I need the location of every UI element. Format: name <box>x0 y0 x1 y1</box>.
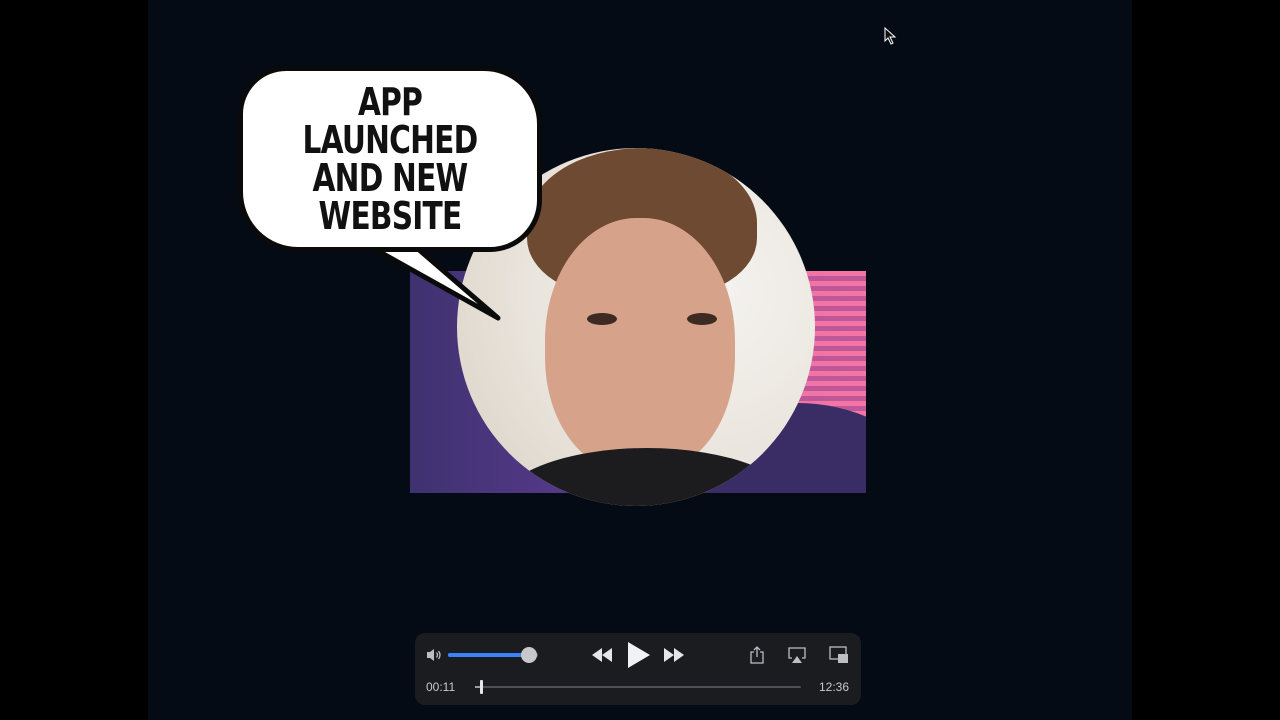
avatar-face <box>545 218 735 473</box>
share-button[interactable] <box>748 645 766 665</box>
airplay-icon <box>788 647 806 663</box>
avatar-right-eye <box>687 313 717 325</box>
fast-forward-icon <box>664 648 684 662</box>
fast-forward-button[interactable] <box>662 645 686 665</box>
rewind-icon <box>592 648 612 662</box>
mouse-cursor-icon <box>884 27 897 45</box>
current-time: 00:11 <box>426 680 456 694</box>
speech-bubble: APP LAUNCHED AND NEW WEBSITE <box>238 66 542 252</box>
playback-scrubber[interactable] <box>475 680 801 694</box>
picture-in-picture-icon <box>829 646 848 663</box>
media-controls-bar: 00:11 12:36 <box>415 633 861 705</box>
volume-slider[interactable] <box>448 647 538 663</box>
speaker-volume-icon[interactable] <box>425 647 445 663</box>
volume-slider-fill <box>448 653 529 657</box>
volume-slider-knob[interactable] <box>521 647 537 663</box>
rewind-button[interactable] <box>590 645 614 665</box>
share-icon <box>750 646 764 664</box>
play-icon <box>628 642 650 668</box>
picture-in-picture-button[interactable] <box>828 645 850 665</box>
speech-bubble-text: APP LAUNCHED AND NEW WEBSITE <box>302 80 479 238</box>
playback-scrubber-knob[interactable] <box>479 680 483 694</box>
avatar-shirt <box>497 448 797 506</box>
total-duration: 12:36 <box>818 680 849 694</box>
avatar-left-eye <box>587 313 617 325</box>
play-button[interactable] <box>623 641 653 669</box>
airplay-button[interactable] <box>787 645 807 665</box>
speech-bubble-tail <box>360 240 501 321</box>
